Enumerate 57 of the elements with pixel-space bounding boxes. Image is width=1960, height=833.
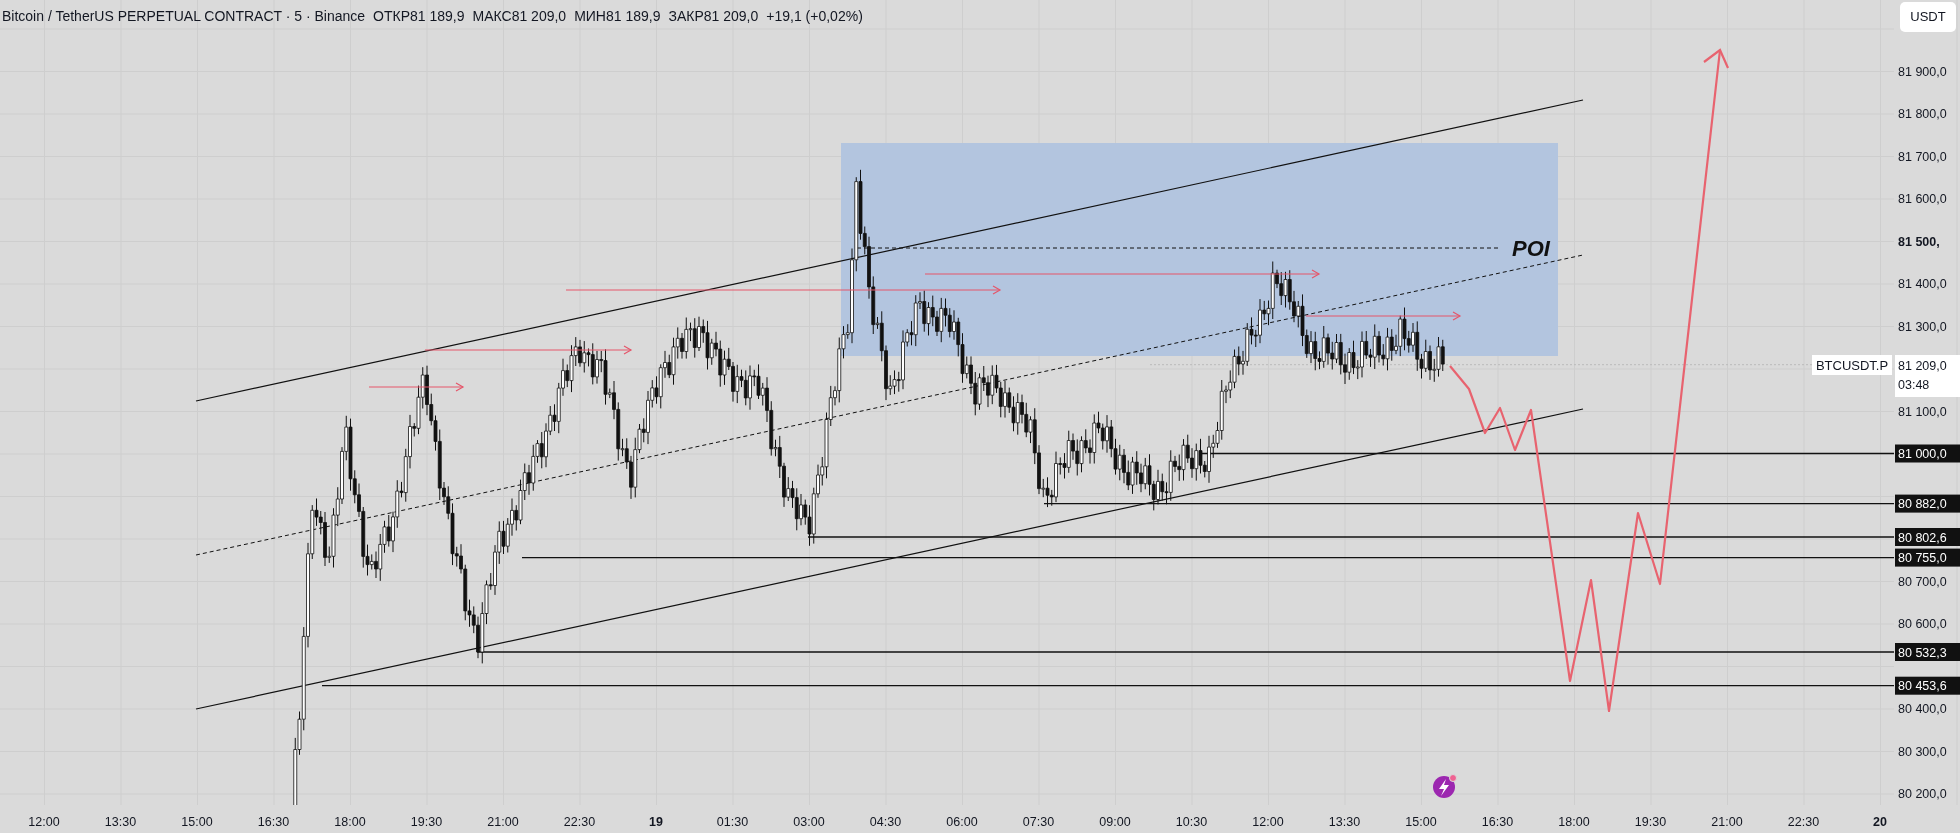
- price-axis-label: 80 700,0: [1898, 574, 1947, 589]
- time-label: 15:00: [1405, 815, 1437, 829]
- time-label: 13:30: [104, 815, 137, 829]
- date-label: 19: [649, 815, 663, 829]
- price-axis-label: 81 400,0: [1898, 277, 1947, 291]
- price-axis-label: 80 300,0: [1898, 744, 1947, 759]
- time-label: 21:00: [1711, 815, 1743, 829]
- time-label: 22:30: [563, 815, 596, 829]
- time-label: 13:30: [1328, 815, 1361, 829]
- time-label: 18:00: [334, 815, 366, 829]
- date-label: 20: [1873, 815, 1887, 829]
- price-tag: 80 532,3: [1895, 643, 1960, 661]
- time-label: 19:30: [1634, 815, 1667, 829]
- countdown-timer: 03:48: [1898, 378, 1930, 392]
- current-price: 81 209,0: [1898, 359, 1947, 373]
- symbol-title: Bitcoin / TetherUS PERPETUAL CONTRACT · 5 · Binance: [2, 7, 366, 26]
- time-label: 03:00: [793, 815, 825, 829]
- symbol-label: BTCUSDT.P: [1812, 355, 1892, 375]
- ohlc-value: ОТКР81 189,9: [373, 7, 465, 26]
- time-label: 10:30: [1175, 815, 1208, 829]
- price-axis-label: 81 800,0: [1898, 107, 1947, 121]
- price-tag: 81 000,0: [1895, 444, 1960, 463]
- time-label: 22:30: [1787, 815, 1820, 829]
- price-axis-label: 81 300,0: [1898, 319, 1947, 334]
- time-label: 07:30: [1022, 815, 1055, 829]
- time-label: 18:00: [1558, 815, 1590, 829]
- time-label: 19:30: [410, 815, 443, 829]
- time-label: 09:00: [1099, 815, 1131, 829]
- price-axis-label: 81 500,: [1898, 234, 1940, 249]
- time-label: 16:30: [257, 815, 290, 829]
- currency-button[interactable]: USDT: [1900, 2, 1956, 32]
- time-label: 15:00: [181, 815, 213, 829]
- time-label: 01:30: [716, 815, 749, 829]
- ohlc-value: МИН81 189,9: [574, 7, 661, 26]
- price-tag: 80 453,6: [1895, 676, 1960, 695]
- time-label: 21:00: [487, 815, 519, 829]
- time-label: 06:00: [946, 815, 978, 829]
- price-axis-label: 81 600,0: [1898, 192, 1947, 206]
- price-tag: 80 755,0: [1895, 548, 1960, 567]
- price-tag: 80 802,6: [1895, 528, 1960, 546]
- lightning-icon[interactable]: [1433, 774, 1457, 798]
- price-axis-label: 80 400,0: [1898, 702, 1947, 716]
- price-axis-label: 81 700,0: [1898, 149, 1947, 164]
- time-label: 04:30: [869, 815, 902, 829]
- ohlc-value: МАКС81 209,0: [472, 7, 567, 26]
- poi-label: POI: [1512, 236, 1550, 261]
- ohlc-value: ЗАКР81 209,0: [668, 7, 759, 26]
- price-axis-label: 80 600,0: [1898, 617, 1947, 631]
- price-axis-label: 80 200,0: [1898, 787, 1947, 801]
- current-price-background: [1895, 355, 1960, 397]
- price-axis-label: 81 100,0: [1898, 404, 1947, 419]
- price-axis-label: 81 900,0: [1898, 64, 1947, 79]
- time-label: 12:00: [28, 815, 60, 829]
- price-tag: 80 882,0: [1895, 494, 1960, 513]
- price-change: +19,1 (+0,02%): [766, 7, 863, 26]
- time-label: 16:30: [1481, 815, 1514, 829]
- time-label: 12:00: [1252, 815, 1284, 829]
